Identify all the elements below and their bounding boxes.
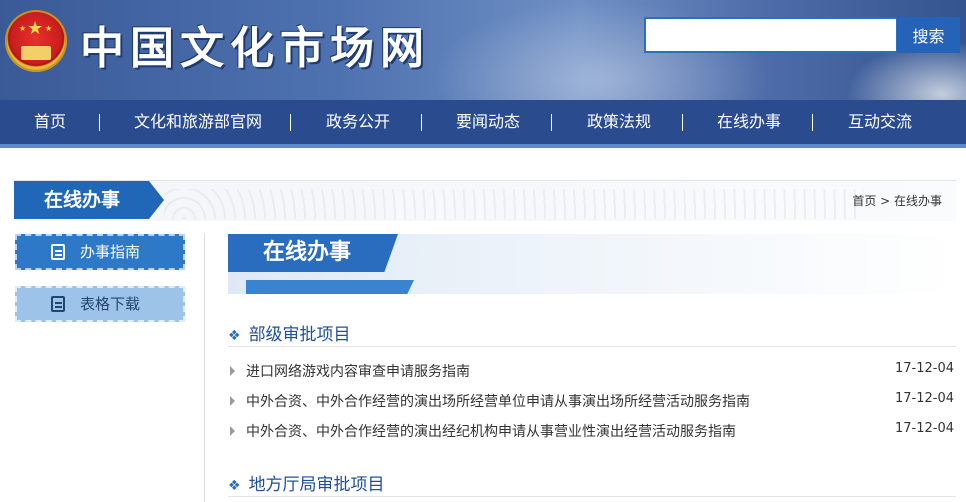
list-item-title[interactable]: 中外合资、中外合作经营的演出经纪机构申请从事营业性演出经营活动服务指南 [246,421,736,441]
category-title-ministry: ❖ 部级审批项目 [228,325,351,345]
nav-separator [682,114,683,131]
nav-separator [290,114,291,131]
sidebar-item-form-download[interactable]: 表格下载 [15,286,185,322]
nav-item-news[interactable]: 要闻动态 [456,100,520,144]
list-item[interactable]: 中外合资、中外合作经营的演出经纪机构申请从事营业性演出经营活动服务指南 17-1… [228,421,956,443]
sidebar-item-label: 表格下载 [80,295,141,313]
category-divider [228,496,956,497]
nav-separator [99,114,100,131]
nav-item-ministry-site[interactable]: 文化和旅游部官网 [134,100,262,144]
section-title: 在线办事 [14,181,164,219]
list-item-date: 17-12-04 [894,361,954,376]
edit-document-icon [51,244,65,260]
nav-separator [551,114,552,131]
wave-pattern [164,189,864,219]
diamond-bullet-icon: ❖ [228,478,241,494]
sidebar-item-label: 办事指南 [80,243,141,261]
list-item-title[interactable]: 进口网络游戏内容审查申请服务指南 [246,361,470,381]
form-list-icon [51,296,65,312]
main-nav: 首页 文化和旅游部官网 政务公开 要闻动态 政策法规 在线办事 互动交流 [0,100,966,148]
nav-item-gov-affairs[interactable]: 政务公开 [326,100,390,144]
triangle-bullet-icon [230,426,235,436]
diamond-bullet-icon: ❖ [228,328,241,344]
search-button[interactable]: 搜索 [897,17,960,53]
content-title: 在线办事 [228,234,398,272]
national-emblem-icon: ★ ★ ★ [5,10,67,72]
category-title-local: ❖ 地方厅局审批项目 [228,475,385,495]
sidebar-divider [204,233,205,502]
list-item-date: 17-12-04 [894,421,954,436]
list-item-date: 17-12-04 [894,391,954,406]
triangle-bullet-icon [230,396,235,406]
list-item[interactable]: 进口网络游戏内容审查申请服务指南 17-12-04 [228,361,956,383]
content-tab-shadow [246,280,414,294]
nav-item-interaction[interactable]: 互动交流 [848,100,912,144]
sidebar-item-service-guide[interactable]: 办事指南 [15,234,185,270]
category-divider [228,346,956,347]
list-item-title[interactable]: 中外合资、中外合作经营的演出场所经营单位申请从事演出场所经营活动服务指南 [246,391,750,411]
nav-item-policy[interactable]: 政策法规 [587,100,651,144]
nav-item-online-services[interactable]: 在线办事 [717,100,781,144]
search-input[interactable] [644,17,898,53]
nav-separator [421,114,422,131]
nav-item-home[interactable]: 首页 [34,100,66,144]
site-title: 中国文化市场网 [80,23,430,74]
list-item[interactable]: 中外合资、中外合作经营的演出场所经营单位申请从事演出场所经营活动服务指南 17-… [228,391,956,413]
nav-separator [812,114,813,131]
triangle-bullet-icon [230,366,235,376]
breadcrumb[interactable]: 首页 > 在线办事 [852,192,942,209]
